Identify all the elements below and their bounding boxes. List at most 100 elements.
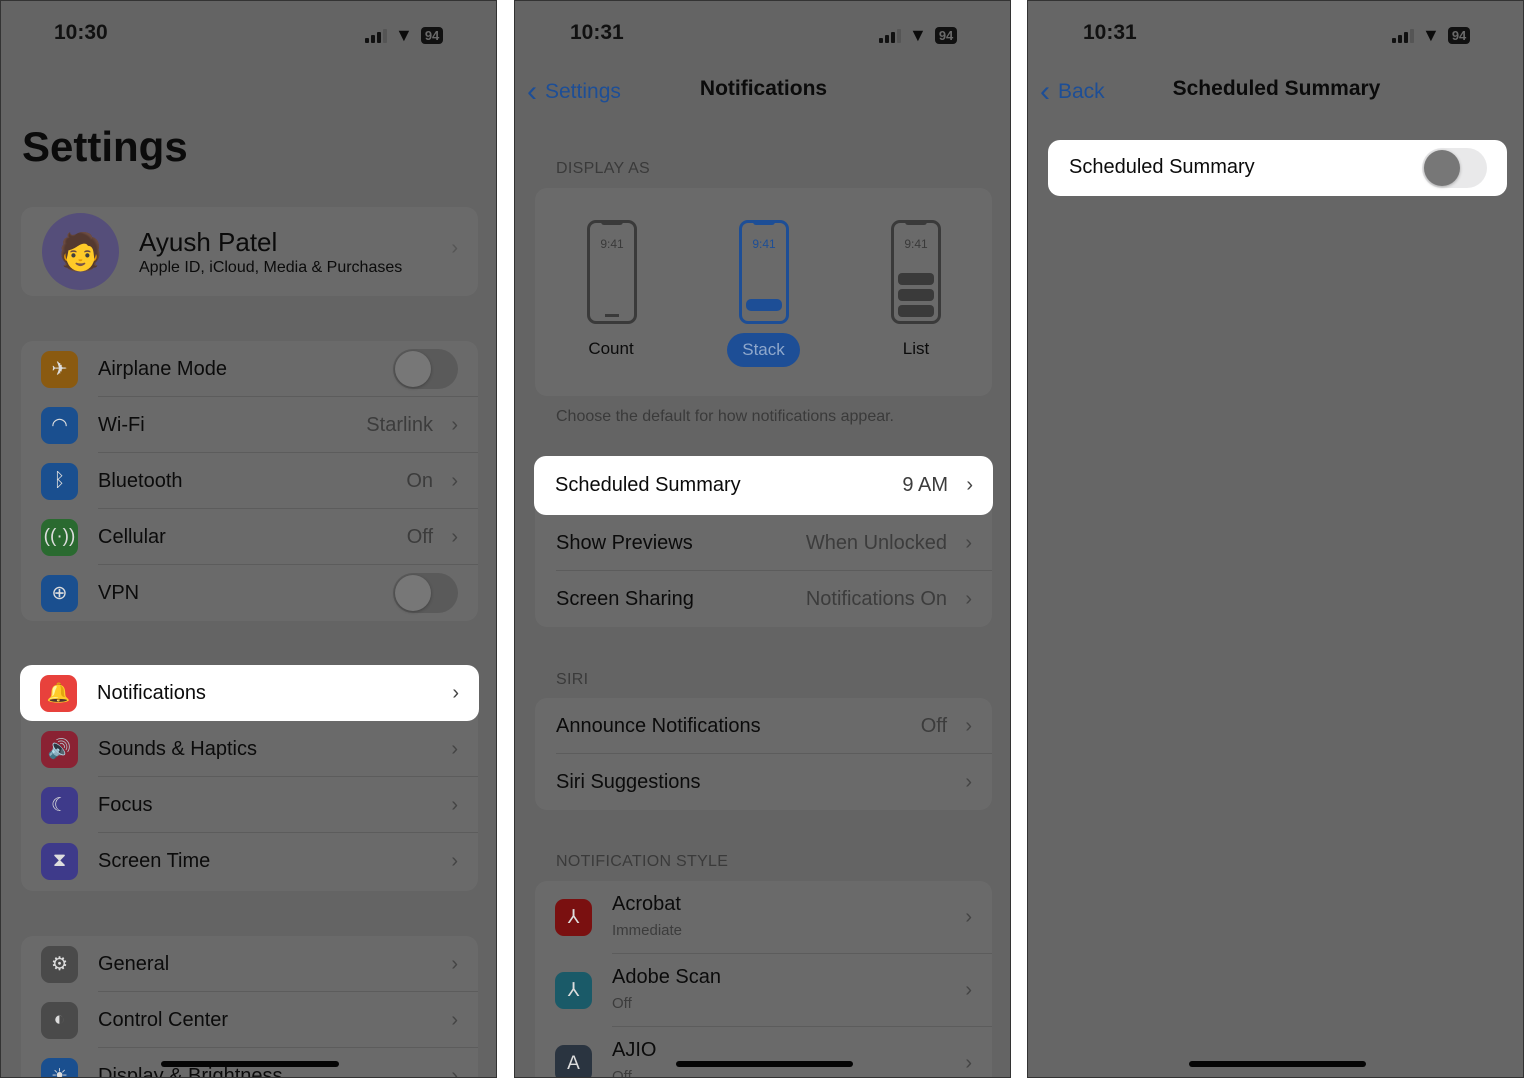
row-screen-time[interactable]: ⧗ Screen Time › xyxy=(21,833,478,889)
chevron-right-icon: › xyxy=(452,681,459,704)
row-cellular[interactable]: ((·)) Cellular Off › xyxy=(21,509,478,565)
count-label[interactable]: Count xyxy=(566,339,656,359)
app-row[interactable]: A AJIO Off › xyxy=(535,1027,992,1078)
phone-clock: 9:41 xyxy=(752,237,776,251)
wifi-status-icon: ▼ xyxy=(909,25,927,45)
row-label: Siri Suggestions xyxy=(556,770,701,793)
cellular-icon: ((·)) xyxy=(41,518,78,556)
chevron-right-icon: › xyxy=(965,770,972,793)
chevron-right-icon: › xyxy=(966,474,973,496)
chevron-right-icon: › xyxy=(451,237,458,259)
app-style: Off xyxy=(612,1068,632,1078)
row-label: Screen Sharing xyxy=(556,587,694,610)
app-icon: ⅄ xyxy=(555,899,592,936)
stack-option[interactable]: 9:41 xyxy=(739,220,789,324)
nav-title: Notifications xyxy=(699,77,828,100)
row-wi-fi[interactable]: ◠ Wi-Fi Starlink › xyxy=(21,397,478,453)
row-notifications[interactable]: 🔔 Notifications › xyxy=(20,665,479,721)
section-header: NOTIFICATION STYLE xyxy=(556,853,729,870)
list-option[interactable]: 9:41 xyxy=(891,220,941,324)
row-focus[interactable]: ☾ Focus › xyxy=(21,777,478,833)
battery-icon: 94 xyxy=(1447,27,1471,44)
row-announce-notifications[interactable]: Announce Notifications Off › xyxy=(535,698,992,754)
page-title: Settings xyxy=(22,123,188,170)
profile-subtitle: Apple ID, iCloud, Media & Purchases xyxy=(139,259,403,276)
status-time: 10:31 xyxy=(1083,21,1137,44)
row-airplane-mode[interactable]: ✈ Airplane Mode xyxy=(21,341,478,397)
profile-cell[interactable]: 🧑 Ayush Patel Apple ID, iCloud, Media & … xyxy=(21,207,478,296)
row-label: Airplane Mode xyxy=(98,357,227,380)
row-label: General xyxy=(98,952,170,975)
status-time: 10:31 xyxy=(570,21,624,44)
app-row[interactable]: ⅄ Adobe Scan Off › xyxy=(535,954,992,1027)
row-show-previews[interactable]: Show Previews When Unlocked › xyxy=(535,515,992,571)
scheduled-summary-screen: 10:31 ▼ 94 ‹ Back Scheduled Summary Sched… xyxy=(1027,0,1524,1078)
notification-style-group: ⅄ Acrobat Immediate › ⅄ Adobe Scan Off ›… xyxy=(535,881,992,1078)
row-value: Starlink xyxy=(366,413,433,436)
scheduled-summary-row: Scheduled Summary xyxy=(1048,140,1507,196)
row-label: Scheduled Summary xyxy=(555,474,741,496)
scheduled-summary-toggle[interactable] xyxy=(1422,148,1487,188)
bell-icon: 🔔 xyxy=(40,674,77,712)
nav-title: Scheduled Summary xyxy=(1172,77,1381,100)
row-bluetooth[interactable]: ᛒ Bluetooth On › xyxy=(21,453,478,509)
row-label: Show Previews xyxy=(556,531,693,554)
app-name: AJIO xyxy=(612,1039,657,1061)
battery-icon: 94 xyxy=(420,27,444,44)
signal-icon xyxy=(879,28,901,43)
gear-icon: ⚙ xyxy=(41,945,78,983)
chevron-right-icon: › xyxy=(965,531,972,554)
app-icon: A xyxy=(555,1045,592,1077)
row-value: 9 AM xyxy=(902,474,948,496)
row-control-center[interactable]: ◐ Control Center › xyxy=(21,992,478,1048)
siri-group: Announce Notifications Off › Siri Suggestio… xyxy=(535,698,992,810)
chevron-right-icon: › xyxy=(451,413,458,436)
row-label: Control Center xyxy=(98,1008,229,1031)
row-label: Bluetooth xyxy=(98,469,183,492)
app-name: Adobe Scan xyxy=(612,966,721,988)
row-sounds-haptics[interactable]: 🔊 Sounds & Haptics › xyxy=(21,721,478,777)
moon-icon: ☾ xyxy=(41,786,78,824)
home-indicator[interactable] xyxy=(1189,1061,1366,1067)
home-indicator[interactable] xyxy=(676,1061,853,1067)
row-siri-suggestions[interactable]: Siri Suggestions › xyxy=(535,754,992,810)
row-label: Focus xyxy=(98,793,153,816)
row-label: Announce Notifications xyxy=(556,714,761,737)
row-screen-sharing[interactable]: Screen Sharing Notifications On › xyxy=(535,571,992,627)
section-header: SIRI xyxy=(556,671,589,688)
connectivity-group: ✈ Airplane Mode ◠ Wi-Fi Starlink › ᛒ Bluetooth O… xyxy=(21,341,478,621)
row-label: Wi-Fi xyxy=(98,413,145,436)
chevron-right-icon: › xyxy=(451,1008,458,1031)
wifi-icon: ◠ xyxy=(41,406,78,444)
phone-clock: 9:41 xyxy=(904,237,928,251)
count-option[interactable]: 9:41 xyxy=(587,220,637,324)
row-scheduled-summary[interactable]: Scheduled Summary 9 AM › xyxy=(534,456,993,515)
row-value: Notifications On xyxy=(805,587,947,610)
hourglass-icon: ⧗ xyxy=(41,842,78,880)
home-indicator[interactable] xyxy=(161,1061,339,1067)
row-label: Notifications xyxy=(97,681,206,704)
chevron-right-icon: › xyxy=(965,714,972,737)
toggle-switch[interactable] xyxy=(393,573,458,613)
chevron-right-icon: › xyxy=(451,849,458,872)
phone-clock: 9:41 xyxy=(600,237,624,251)
chevron-right-icon: › xyxy=(451,1064,458,1078)
row-vpn[interactable]: ⊕ VPN xyxy=(21,565,478,621)
switches-icon: ◐ xyxy=(41,1001,78,1039)
sun-icon: ☀ xyxy=(41,1057,78,1077)
row-value: On xyxy=(406,469,433,492)
globe-icon: ⊕ xyxy=(41,574,78,612)
stack-label-selected[interactable]: Stack xyxy=(727,333,800,367)
toggle-switch[interactable] xyxy=(393,349,458,389)
settings-screen: 10:30 ▼ 94 Settings 🧑 Ayush Patel Apple … xyxy=(0,0,497,1078)
list-label[interactable]: List xyxy=(871,339,961,359)
general-group: ⚙ General › ◐ Control Center › ☀ Display & Brig… xyxy=(21,936,478,1078)
section-footer: Choose the default for how notifications… xyxy=(556,408,894,425)
row-value: When Unlocked xyxy=(805,531,947,554)
chevron-right-icon: › xyxy=(451,952,458,975)
status-icons: ▼ 94 xyxy=(365,25,444,46)
section-header: DISPLAY AS xyxy=(556,160,651,177)
row-general[interactable]: ⚙ General › xyxy=(21,936,478,992)
app-row[interactable]: ⅄ Acrobat Immediate › xyxy=(535,881,992,954)
chevron-right-icon: › xyxy=(965,1052,972,1074)
